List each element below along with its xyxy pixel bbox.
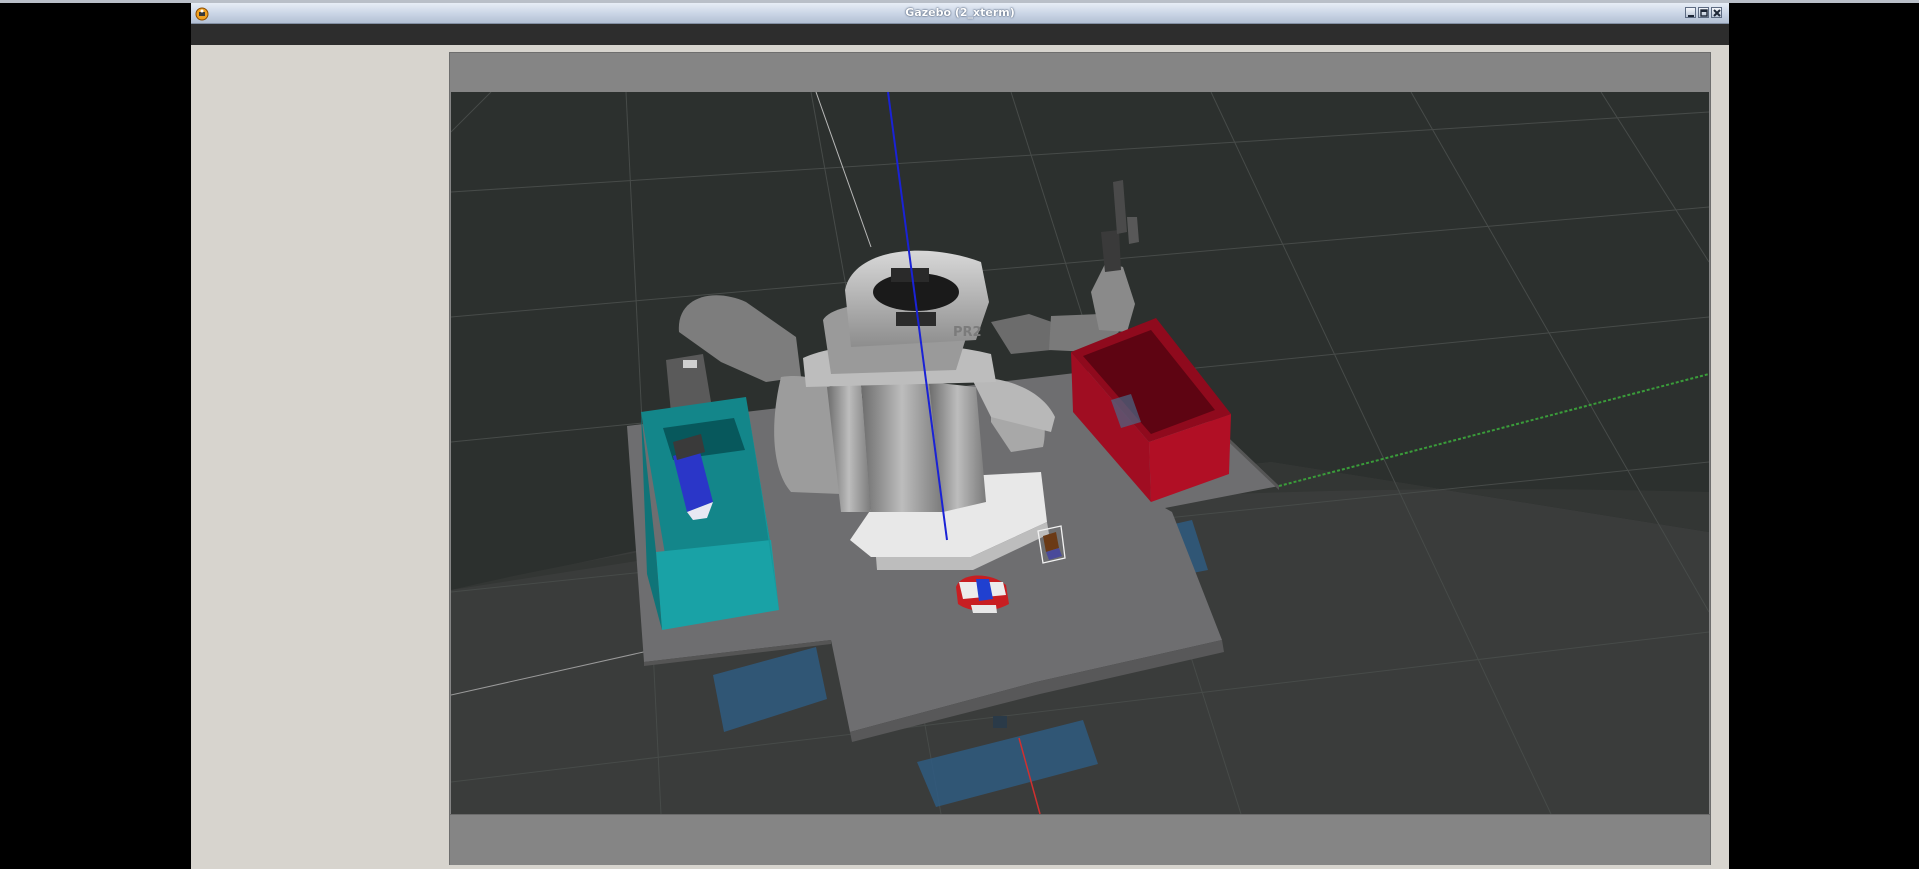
gazebo-window: Gazebo (2_xterm) PR2 <box>191 3 1729 869</box>
robot-label: PR2 <box>953 325 982 340</box>
left-side-panel[interactable] <box>191 45 451 869</box>
right-arm <box>991 180 1139 354</box>
time-panel[interactable] <box>450 814 1710 865</box>
render-panel: PR2 <box>449 52 1711 865</box>
window-title: Gazebo (2_xterm) <box>905 6 1015 19</box>
y-axis <box>1278 373 1709 487</box>
minimize-icon[interactable] <box>1685 7 1696 18</box>
maximize-icon[interactable] <box>1698 7 1709 18</box>
close-icon[interactable] <box>1711 7 1722 18</box>
3d-viewport[interactable]: PR2 <box>451 92 1709 814</box>
menu-bar[interactable] <box>191 24 1729 45</box>
render-toolbar[interactable] <box>450 53 1710 92</box>
title-bar[interactable]: Gazebo (2_xterm) <box>191 3 1729 24</box>
